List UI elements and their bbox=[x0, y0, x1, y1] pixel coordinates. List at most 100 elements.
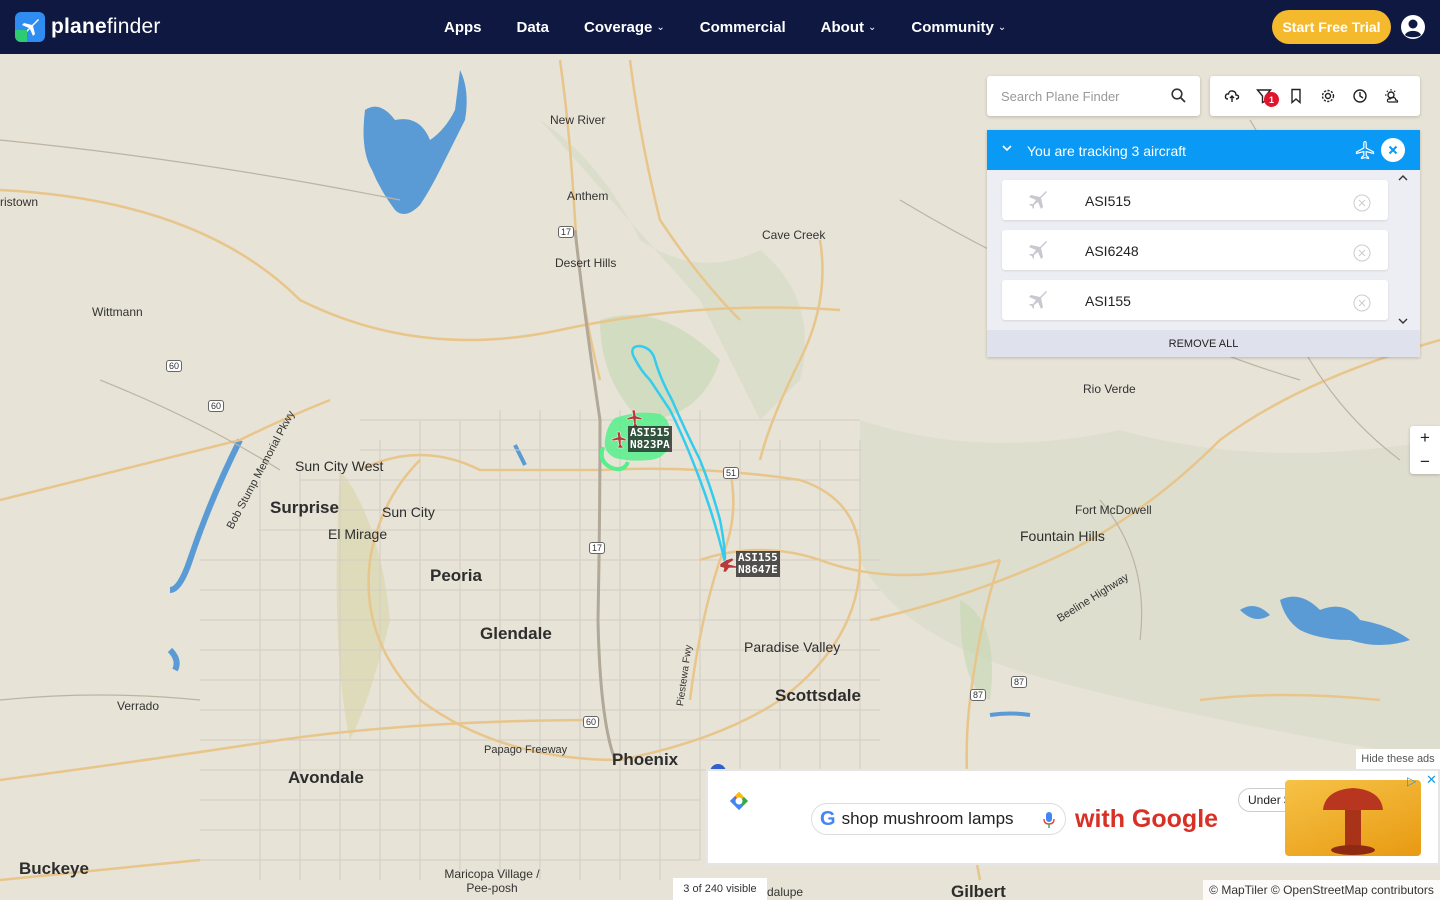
remove-aircraft-icon[interactable] bbox=[1353, 294, 1371, 312]
scroll-up-icon[interactable] bbox=[1397, 173, 1409, 183]
nav-commercial[interactable]: Commercial bbox=[700, 19, 786, 36]
map-label-anthem: Anthem bbox=[567, 189, 609, 203]
zoom-in-button[interactable]: + bbox=[1410, 426, 1440, 450]
road-label-papago-freeway: Papago Freeway bbox=[484, 744, 568, 756]
flight-label-asi155[interactable]: ASI155 N8647E bbox=[736, 551, 780, 577]
gear-icon[interactable] bbox=[1320, 88, 1336, 104]
main-nav: Apps Data Coverage ⌄ Commercial About ⌄ Co… bbox=[444, 0, 1041, 54]
tracking-title: You are tracking 3 aircraft bbox=[1027, 143, 1187, 159]
remove-all-button[interactable]: REMOVE ALL bbox=[987, 330, 1420, 357]
chevron-down-icon[interactable] bbox=[1001, 142, 1013, 154]
tracked-aircraft-item[interactable]: ASI155 bbox=[1002, 280, 1388, 320]
remove-aircraft-icon[interactable] bbox=[1353, 244, 1371, 262]
search-icon[interactable] bbox=[1171, 88, 1186, 103]
map-label-rio-verde: Rio Verde bbox=[1083, 382, 1136, 396]
start-free-trial-button[interactable]: Start Free Trial bbox=[1272, 10, 1391, 44]
google-g-icon: G bbox=[820, 807, 836, 830]
flight-registration: N8647E bbox=[738, 563, 778, 576]
map-label-buckeye: Buckeye bbox=[19, 859, 89, 878]
map-attribution[interactable]: © MapTiler © OpenStreetMap contributors bbox=[1203, 880, 1440, 900]
planefinder-logo[interactable]: planefinder bbox=[15, 12, 161, 42]
ad-search-pill[interactable]: G shop mushroom lamps bbox=[811, 803, 1066, 835]
ad-with-google-text: with Google bbox=[1075, 805, 1219, 833]
chevron-down-icon: ⌄ bbox=[997, 21, 1007, 33]
mushroom-lamp-image bbox=[1323, 788, 1383, 855]
cloud-upload-icon[interactable] bbox=[1224, 88, 1240, 104]
remove-aircraft-icon[interactable] bbox=[1353, 194, 1371, 212]
tracked-aircraft-item[interactable]: ASI6248 bbox=[1002, 230, 1388, 270]
route-shield-60-b: 60 bbox=[208, 400, 225, 412]
map-label-el-mirage: El Mirage bbox=[328, 526, 388, 542]
route-shield-87-b: 87 bbox=[1011, 676, 1028, 688]
map-label-sun-city-west: Sun City West bbox=[295, 458, 384, 474]
flight-registration: N823PA bbox=[630, 438, 670, 451]
chevron-down-icon: ⌄ bbox=[867, 21, 877, 33]
filter-button[interactable]: 1 bbox=[1256, 88, 1279, 107]
google-pay-icon bbox=[730, 792, 748, 810]
history-icon[interactable] bbox=[1352, 88, 1368, 104]
map-label-avondale: Avondale bbox=[288, 768, 364, 787]
map-label-new-river: New River bbox=[550, 113, 606, 127]
map-label-gilbert: Gilbert bbox=[951, 882, 1006, 900]
bookmark-icon[interactable] bbox=[1288, 88, 1304, 104]
filter-count-badge: 1 bbox=[1264, 92, 1279, 107]
nav-community[interactable]: Community ⌄ bbox=[911, 19, 1006, 36]
route-shield-17: 17 bbox=[558, 226, 575, 238]
map-label-fort-mcdowell: Fort McDowell bbox=[1075, 503, 1152, 517]
map-label-dalupe: dalupe bbox=[767, 885, 804, 899]
tracked-aircraft-list[interactable]: ASI515 ASI6248 ASI155 bbox=[987, 170, 1420, 330]
logo-wordmark: planefinder bbox=[51, 15, 161, 38]
plane-outline-icon[interactable] bbox=[1355, 140, 1375, 160]
ad-query-text: shop mushroom lamps bbox=[841, 809, 1014, 828]
tracked-callsign: ASI155 bbox=[1085, 293, 1131, 309]
ad-choices-icon[interactable]: ▷ bbox=[1407, 774, 1416, 788]
route-shield-17-south: 17 bbox=[589, 542, 606, 554]
tracking-panel-header: You are tracking 3 aircraft bbox=[987, 130, 1420, 170]
map-label-scottsdale: Scottsdale bbox=[775, 686, 861, 705]
route-shield-60: 60 bbox=[166, 360, 183, 372]
nav-about[interactable]: About ⌄ bbox=[821, 19, 877, 36]
user-account-icon[interactable] bbox=[1400, 14, 1426, 40]
route-shield-87: 87 bbox=[970, 689, 987, 701]
map-label-sun-city: Sun City bbox=[382, 504, 435, 520]
close-tracking-button[interactable] bbox=[1381, 138, 1405, 162]
ad-close-icon[interactable]: ✕ bbox=[1426, 772, 1437, 788]
visible-aircraft-count: 3 of 240 visible bbox=[673, 878, 767, 900]
map-label-surprise: Surprise bbox=[270, 498, 339, 517]
zoom-out-button[interactable]: − bbox=[1410, 450, 1440, 474]
logo-plane-icon bbox=[15, 12, 45, 42]
map-toolbar: 1 bbox=[1210, 76, 1420, 116]
search-box bbox=[987, 76, 1200, 116]
map-label-peoria: Peoria bbox=[430, 566, 482, 585]
tracked-callsign: ASI515 bbox=[1085, 193, 1131, 209]
top-nav-bar: planefinder Apps Data Coverage ⌄ Commerci… bbox=[0, 0, 1440, 54]
route-shield-51: 51 bbox=[723, 467, 740, 479]
nav-data[interactable]: Data bbox=[517, 19, 550, 36]
search-input[interactable] bbox=[1001, 88, 1171, 104]
nav-apps[interactable]: Apps bbox=[444, 19, 482, 36]
map-label-phoenix: Phoenix bbox=[612, 750, 679, 769]
map-label-desert-hills: Desert Hills bbox=[555, 256, 617, 270]
chevron-down-icon: ⌄ bbox=[656, 21, 665, 33]
scroll-down-icon[interactable] bbox=[1397, 316, 1409, 326]
nav-coverage[interactable]: Coverage ⌄ bbox=[584, 19, 665, 36]
map-label-glendale: Glendale bbox=[480, 624, 552, 643]
plane-icon bbox=[1029, 191, 1047, 209]
weather-icon[interactable] bbox=[1384, 88, 1400, 104]
map-label-cave-creek: Cave Creek bbox=[762, 228, 826, 242]
route-shield-60-c: 60 bbox=[583, 716, 600, 728]
plane-icon bbox=[1029, 291, 1047, 309]
close-icon bbox=[1388, 145, 1398, 155]
map-label-paradise-valley: Paradise Valley bbox=[744, 639, 841, 655]
ad-product-image bbox=[1285, 780, 1421, 856]
hide-ads-button[interactable]: Hide these ads bbox=[1356, 749, 1440, 769]
map-label-maricopa-village: Maricopa Village / Pee-posh bbox=[444, 867, 540, 895]
map-label-fountain-hills: Fountain Hills bbox=[1020, 528, 1105, 544]
tracked-callsign: ASI6248 bbox=[1085, 243, 1139, 259]
tracking-panel: You are tracking 3 aircraft ASI515 ASI62… bbox=[987, 130, 1420, 357]
microphone-icon bbox=[1043, 812, 1055, 828]
ad-banner[interactable]: G shop mushroom lamps with Google Under … bbox=[706, 769, 1440, 865]
zoom-control: + − bbox=[1410, 426, 1440, 474]
tracked-aircraft-item[interactable]: ASI515 bbox=[1002, 180, 1388, 220]
flight-label-asi515[interactable]: ASI515 N823PA bbox=[628, 426, 672, 452]
